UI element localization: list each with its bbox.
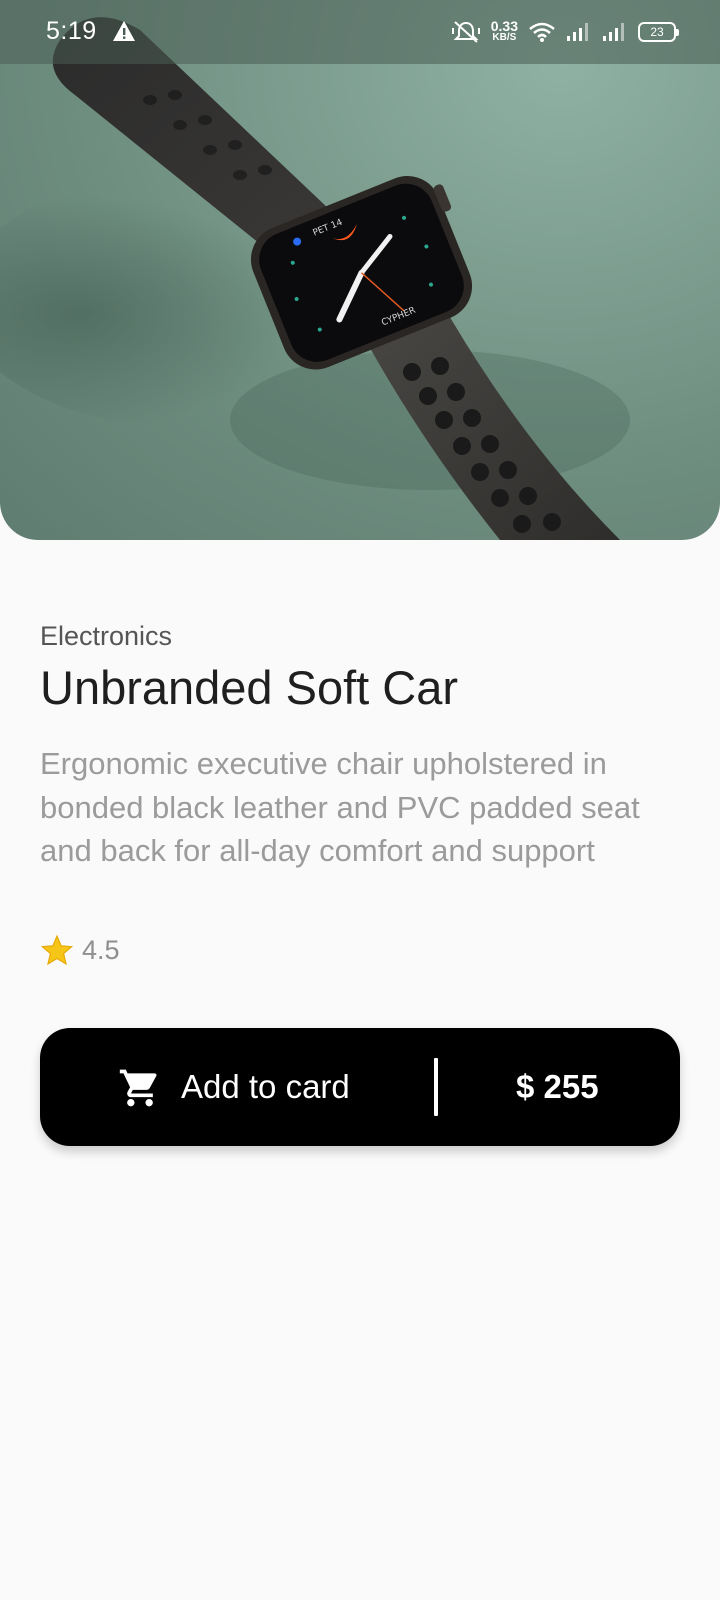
- product-rating: 4.5: [40, 934, 120, 967]
- product-category: Electronics: [40, 621, 173, 651]
- wifi-icon: [529, 22, 555, 42]
- signal-icon: [603, 23, 624, 41]
- product-image: PET 14 CYPHER: [0, 0, 720, 540]
- status-icons: 0.33 KB/S 23: [451, 0, 679, 64]
- add-to-cart-label: Add to card: [181, 1068, 350, 1105]
- battery-icon: 23: [638, 22, 679, 42]
- product-price: $ 255: [516, 1068, 599, 1105]
- rating-value: 4.5: [82, 935, 120, 965]
- network-speed-value: 0.33: [490, 18, 518, 34]
- status-bar: 5:19 0.33 KB/S 23: [0, 0, 720, 64]
- status-time: 5:19: [46, 17, 97, 45]
- cart-icon: [119, 1069, 157, 1107]
- smartwatch-photo: PET 14 CYPHER: [0, 17, 630, 540]
- network-speed-unit: KB/S: [492, 32, 517, 43]
- mute-icon: [451, 21, 480, 43]
- alert-icon: [113, 21, 135, 41]
- network-speed: 0.33 KB/S: [490, 18, 518, 44]
- product-description: Ergonomic executive chair upholstered in…: [40, 746, 640, 868]
- product-title: Unbranded Soft Car: [40, 661, 459, 714]
- add-to-cart-button[interactable]: Add to card $ 255: [40, 1028, 680, 1146]
- product-detail-screen: PET 14 CYPHER 5:19 0.33 KB/S 23 Electron…: [0, 0, 720, 1600]
- star-icon: [40, 934, 74, 966]
- button-divider: [434, 1058, 438, 1116]
- signal-icon: [567, 23, 588, 41]
- battery-level: 23: [650, 25, 664, 39]
